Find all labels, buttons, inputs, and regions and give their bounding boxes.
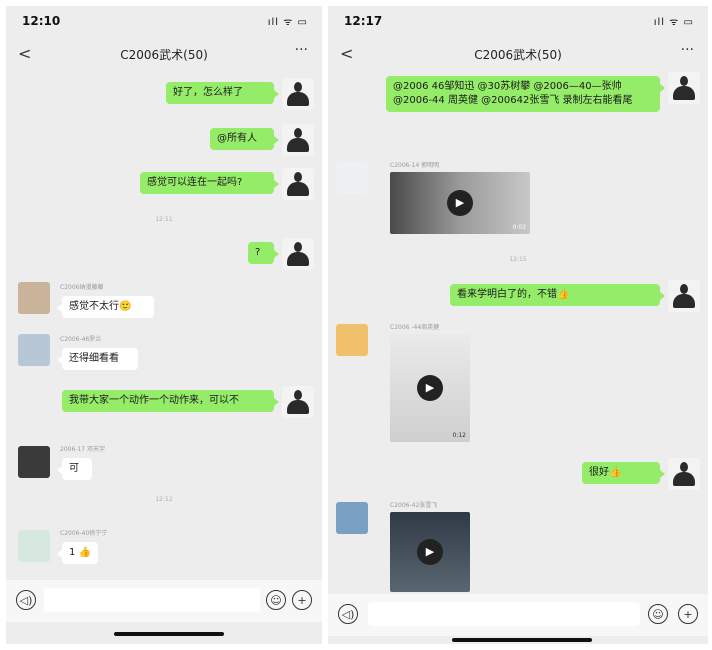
signal-wifi-battery-icon: ıll ᯤ ▭: [267, 17, 308, 28]
voice-input-icon[interactable]: ◁): [16, 590, 36, 610]
member-avatar[interactable]: [336, 502, 368, 534]
message-bubble[interactable]: 1 👍: [57, 542, 98, 564]
message-input[interactable]: [368, 602, 640, 626]
chat-screen-right: 12:17 ıll ᯤ ▭ < C2006武术(50) ··· @2006 46…: [328, 6, 708, 644]
video-duration: 0:12: [452, 432, 466, 439]
signal-wifi-battery-icon: ıll ᯤ ▭: [653, 17, 694, 28]
message-bubble[interactable]: 好了，怎么样了: [166, 82, 279, 104]
self-avatar[interactable]: [668, 72, 700, 104]
self-avatar[interactable]: [282, 78, 314, 110]
self-avatar[interactable]: [668, 280, 700, 312]
message-input[interactable]: [44, 588, 260, 612]
video-message[interactable]: ▶ 0:03: [390, 172, 530, 234]
input-bar: ◁) ☺ +: [6, 580, 322, 622]
message-bubble[interactable]: 我带大家一个动作一个动作来，可以不: [62, 390, 279, 412]
sender-name: 2006-17 邓天宇: [60, 446, 105, 453]
timestamp: 12:11: [155, 216, 173, 223]
sender-name: C2006 -44周英健: [390, 324, 440, 331]
message-bubble[interactable]: ?: [248, 242, 279, 264]
timestamp: 12:15: [509, 256, 527, 263]
message-bubble[interactable]: 可: [57, 458, 92, 480]
video-message[interactable]: ▶ 0:12: [390, 334, 470, 442]
message-bubble[interactable]: 很好👍: [582, 462, 665, 484]
member-avatar[interactable]: [336, 162, 368, 194]
play-icon[interactable]: ▶: [417, 539, 443, 565]
status-bar: 12:17 ıll ᯤ ▭: [328, 6, 708, 34]
timestamp: 12:12: [155, 496, 173, 503]
input-bar: ◁) ☺ +: [328, 594, 708, 636]
sender-name: C2006-42张雪飞: [390, 502, 438, 509]
video-message[interactable]: ▶: [390, 512, 470, 592]
emoji-icon[interactable]: ☺: [266, 590, 286, 610]
play-icon[interactable]: ▶: [417, 375, 443, 401]
message-bubble[interactable]: 还得细看看: [57, 348, 138, 370]
sender-name: C2006-46罗兰: [60, 336, 102, 343]
status-time: 12:10: [22, 14, 61, 28]
plus-icon[interactable]: +: [292, 590, 312, 610]
member-avatar[interactable]: [18, 446, 50, 478]
sender-name: C2006纳漫藤藤: [60, 284, 104, 291]
home-indicator: [452, 638, 592, 642]
self-avatar[interactable]: [668, 458, 700, 490]
home-indicator: [114, 632, 224, 636]
status-time: 12:17: [344, 14, 383, 28]
message-bubble[interactable]: @2006 46邹知迅 @30苏树攀 @2006—40—张帅 @2006-44 …: [386, 76, 665, 112]
voice-input-icon[interactable]: ◁): [338, 604, 358, 624]
emoji-icon[interactable]: ☺: [648, 604, 668, 624]
more-options-icon[interactable]: ···: [295, 42, 308, 58]
member-avatar[interactable]: [336, 324, 368, 356]
plus-icon[interactable]: +: [678, 604, 698, 624]
message-bubble[interactable]: 感觉可以连在一起吗?: [140, 172, 279, 194]
member-avatar[interactable]: [18, 282, 50, 314]
play-icon[interactable]: ▶: [447, 190, 473, 216]
chat-nav-bar: < C2006武术(50) ···: [328, 40, 708, 70]
member-avatar[interactable]: [18, 530, 50, 562]
sender-name: C2006-14 郭明明: [390, 162, 440, 169]
chat-title: C2006武术(50): [474, 48, 562, 62]
self-avatar[interactable]: [282, 386, 314, 418]
video-duration: 0:03: [512, 224, 526, 231]
more-options-icon[interactable]: ···: [681, 42, 694, 58]
self-avatar[interactable]: [282, 124, 314, 156]
message-bubble[interactable]: 看来学明白了的，不错👍: [450, 284, 665, 306]
sender-name: C2006-40徐宁宁: [60, 530, 108, 537]
chat-screen-left: 12:10 ıll ᯤ ▭ < C2006武术(50) ··· 好了，怎么样了 …: [6, 6, 322, 644]
chat-nav-bar: < C2006武术(50) ···: [6, 40, 322, 70]
chat-title: C2006武术(50): [120, 48, 208, 62]
self-avatar[interactable]: [282, 238, 314, 270]
self-avatar[interactable]: [282, 168, 314, 200]
message-bubble[interactable]: 感觉不太行🙂: [57, 296, 154, 318]
member-avatar[interactable]: [18, 334, 50, 366]
status-bar: 12:10 ıll ᯤ ▭: [6, 6, 322, 34]
message-bubble[interactable]: @所有人: [210, 128, 279, 150]
